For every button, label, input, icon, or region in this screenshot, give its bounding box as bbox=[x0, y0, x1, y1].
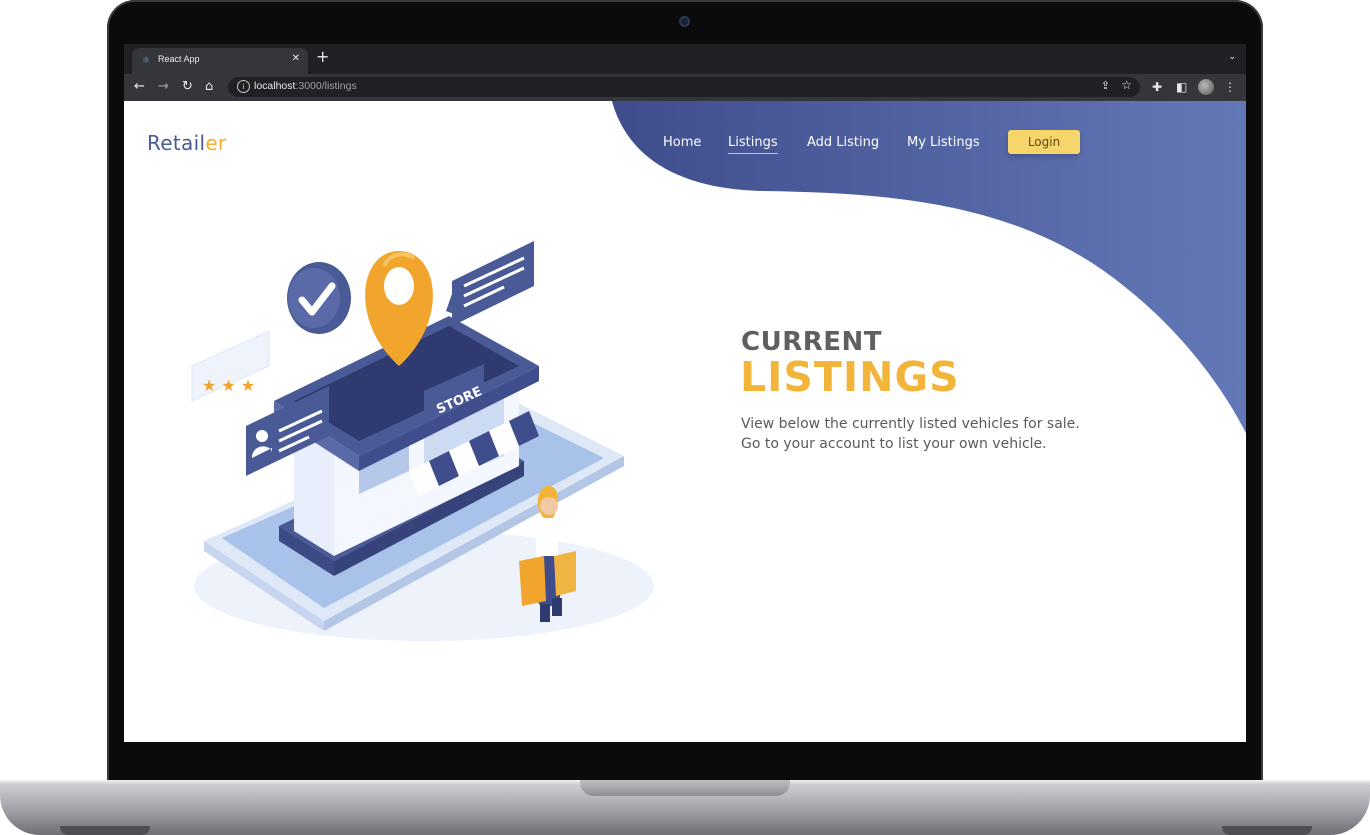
hero-description-line2: Go to your account to list your own vehi… bbox=[741, 436, 1047, 452]
brand-accent: er bbox=[205, 131, 227, 155]
webcam bbox=[679, 16, 690, 27]
more-menu-icon[interactable]: ⋮ bbox=[1224, 79, 1236, 95]
browser-tab[interactable]: ⚛ React App ✕ bbox=[132, 48, 308, 74]
profile-avatar[interactable] bbox=[1198, 79, 1214, 95]
close-tab-icon[interactable]: ✕ bbox=[292, 53, 300, 64]
laptop-notch bbox=[580, 780, 790, 796]
store-illustration: STORE ★ ★ ★ bbox=[191, 241, 654, 641]
nav-listings[interactable]: Listings bbox=[728, 135, 778, 154]
reload-icon[interactable]: ↻ bbox=[182, 79, 193, 95]
browser-tab-bar: ⚛ React App ✕ + ⌄ bbox=[124, 44, 1246, 74]
page-viewport: Retailer Home Listings Add Listing My Li… bbox=[124, 101, 1246, 742]
brand-main: Retail bbox=[147, 131, 206, 155]
address-bar[interactable]: i localhost:3000/listings ⇪ ☆ bbox=[228, 77, 1140, 97]
nav-add-listing[interactable]: Add Listing bbox=[807, 135, 879, 150]
browser-toolbar: ← → ↻ ⌂ i localhost:3000/listings ⇪ ☆ ✚ … bbox=[124, 74, 1246, 101]
bookmark-star-icon[interactable]: ☆ bbox=[1121, 78, 1132, 92]
extensions-puzzle-icon[interactable]: ✚ bbox=[1152, 79, 1162, 95]
url-path: :3000/listings bbox=[295, 80, 357, 92]
side-panel-icon[interactable]: ◧ bbox=[1176, 79, 1187, 95]
back-arrow-icon[interactable]: ← bbox=[134, 79, 145, 95]
tab-title: React App bbox=[158, 54, 200, 64]
new-tab-icon[interactable]: + bbox=[316, 49, 329, 65]
url-text: localhost:3000/listings bbox=[254, 80, 357, 92]
tab-search-chevron-icon[interactable]: ⌄ bbox=[1228, 52, 1236, 62]
hero-description-line1: View below the currently listed vehicles… bbox=[741, 416, 1080, 432]
nav-home[interactable]: Home bbox=[663, 135, 701, 150]
site-info-icon[interactable]: i bbox=[237, 80, 250, 93]
home-icon[interactable]: ⌂ bbox=[205, 79, 213, 95]
react-icon: ⚛ bbox=[142, 56, 151, 66]
rating-stars: ★ ★ ★ bbox=[202, 376, 255, 395]
nav-my-listings[interactable]: My Listings bbox=[907, 135, 980, 150]
hero-heading-main: LISTINGS bbox=[740, 353, 960, 401]
brand-logo[interactable]: Retailer bbox=[147, 131, 226, 155]
laptop-foot-left bbox=[60, 826, 150, 835]
hero-description: View below the currently listed vehicles… bbox=[741, 414, 1080, 454]
login-button[interactable]: Login bbox=[1008, 130, 1080, 154]
laptop-foot-right bbox=[1222, 826, 1312, 835]
forward-arrow-icon[interactable]: → bbox=[158, 79, 169, 95]
laptop-chin bbox=[124, 742, 1246, 754]
url-host: localhost bbox=[254, 80, 296, 92]
share-icon[interactable]: ⇪ bbox=[1101, 79, 1110, 92]
